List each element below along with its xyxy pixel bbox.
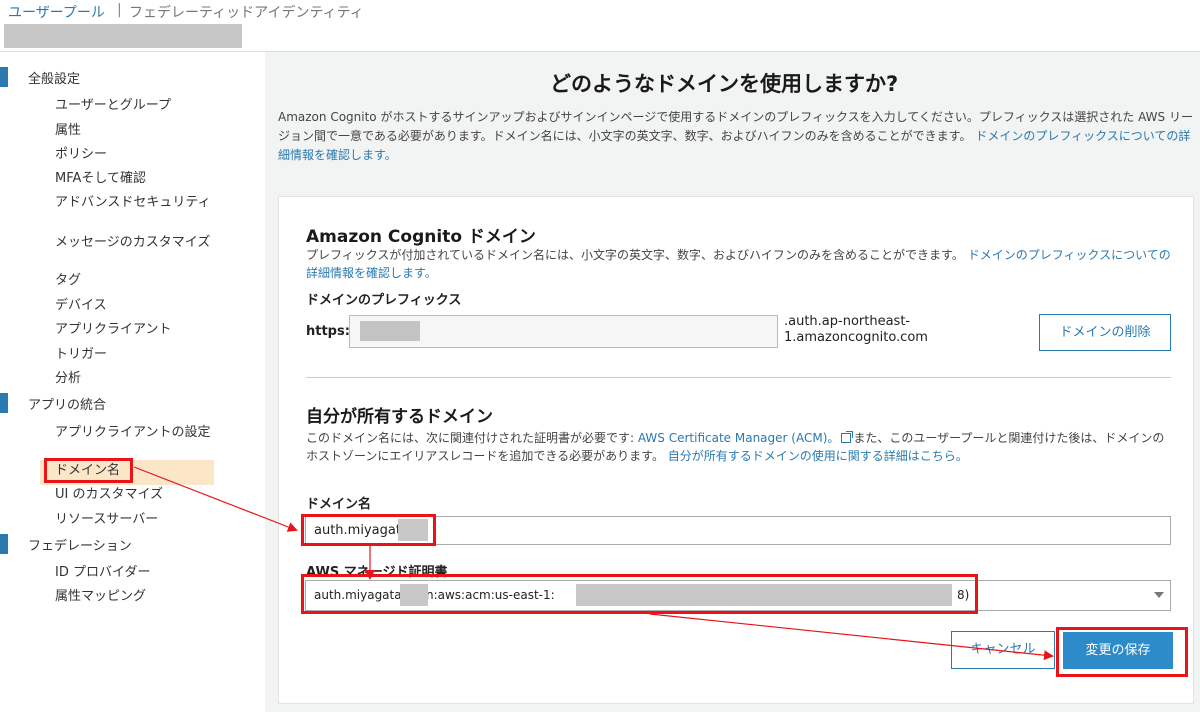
cognito-domain-heading: Amazon Cognito ドメイン [306, 227, 536, 247]
page-title: どのようなドメインを使用しますか? [550, 72, 899, 96]
sidebar-item-tags[interactable]: タグ [55, 273, 215, 289]
own-domain-heading: 自分が所有するドメイン [306, 407, 493, 427]
domain-suffix: .auth.ap-northeast-1.amazoncognito.com [784, 314, 928, 345]
domain-name-label: ドメイン名 [306, 497, 372, 512]
annotation-box-save [1056, 627, 1188, 677]
sidebar-section-label: フェデレーション [28, 539, 132, 554]
chevron-down-icon[interactable] [1154, 592, 1164, 598]
sidebar-section-label: 全般設定 [28, 72, 81, 87]
sidebar-item-mfa[interactable]: MFAそして確認 [55, 171, 215, 187]
annotation-box-sidebar-domain [44, 458, 133, 483]
sidebar-item-resource-servers[interactable]: リソースサーバー [55, 512, 215, 528]
sidebar-item-policies[interactable]: ポリシー [55, 147, 215, 163]
cognito-help-text: プレフィックスが付加されているドメイン名には、小文字の英文字、数字、およびハイフ… [306, 248, 964, 262]
redacted-prefix [360, 321, 420, 341]
sidebar-item-devices[interactable]: デバイス [55, 298, 215, 314]
sidebar-item-ui-customization[interactable]: UI のカスタマイズ [55, 487, 215, 503]
section-marker [0, 534, 8, 554]
redacted-pool-name [4, 24, 242, 48]
section-marker [0, 67, 8, 87]
cancel-button[interactable]: キャンセル [951, 631, 1055, 669]
annotation-box-domain-input [301, 514, 436, 546]
annotation-box-certificate [301, 574, 978, 614]
own-help-text-before: このドメイン名には、次に関連付けされた証明書が必要です: [306, 431, 638, 445]
sidebar-item-advanced-security[interactable]: アドバンスドセキュリティ [55, 195, 215, 211]
external-link-icon [841, 431, 854, 443]
tab-user-pool[interactable]: ユーザープール [8, 2, 105, 22]
sidebar-item-analytics[interactable]: 分析 [55, 371, 215, 387]
sidebar-item-message-customization[interactable]: メッセージのカスタマイズ [55, 235, 215, 251]
cognito-domain-help: プレフィックスが付加されているドメイン名には、小文字の英文字、数字、およびハイフ… [306, 246, 1176, 282]
tab-separator: | [117, 2, 122, 18]
sidebar-item-users-groups[interactable]: ユーザーとグループ [55, 98, 215, 114]
sidebar-item-app-clients[interactable]: アプリクライアント [55, 322, 215, 338]
acm-link[interactable]: AWS Certificate Manager (ACM)。 [638, 431, 840, 445]
sidebar-item-identity-providers[interactable]: ID プロバイダー [55, 565, 215, 581]
sidebar-item-triggers[interactable]: トリガー [55, 347, 215, 363]
section-marker [0, 393, 8, 413]
sidebar: 全般設定 ユーザーとグループ 属性 ポリシー MFAそして確認 アドバンスドセキ… [0, 52, 265, 712]
own-domain-help: このドメイン名には、次に関連付けされた証明書が必要です: AWS Certifi… [306, 429, 1176, 465]
own-help-link[interactable]: 自分が所有するドメインの使用に関する詳細はこちら。 [668, 449, 968, 463]
prefix-label: ドメインのプレフィックス [306, 293, 462, 308]
section-divider [306, 377, 1171, 378]
sidebar-section-label: アプリの統合 [28, 398, 107, 413]
sidebar-item-attributes[interactable]: 属性 [55, 123, 215, 139]
sidebar-item-attribute-mapping[interactable]: 属性マッピング [55, 589, 215, 605]
tab-federated-identities[interactable]: フェデレーティッドアイデンティティ [129, 2, 364, 22]
page-description: Amazon Cognito がホストするサインアップおよびサインインページで使… [278, 108, 1196, 165]
delete-domain-button[interactable]: ドメインの削除 [1039, 314, 1171, 351]
sidebar-item-app-client-settings[interactable]: アプリクライアントの設定 [55, 425, 215, 441]
